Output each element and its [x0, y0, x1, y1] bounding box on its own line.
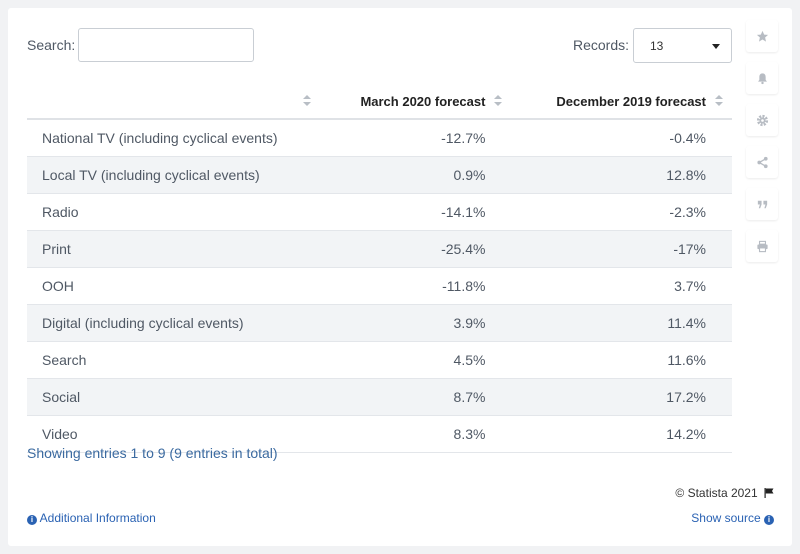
copyright[interactable]: © Statista 2021 — [675, 486, 774, 500]
notification-button[interactable] — [746, 62, 778, 94]
records-label: Records: — [573, 37, 630, 53]
print-icon — [756, 240, 768, 252]
search-label: Search: — [27, 37, 76, 53]
cell-march-2020: -25.4% — [319, 230, 512, 268]
cell-december-2019: 11.4% — [511, 304, 732, 342]
cell-march-2020: 8.7% — [319, 378, 512, 416]
cell-december-2019: -2.3% — [511, 193, 732, 231]
statistic-card: Search: Records: 13 March 2020 forecast … — [8, 8, 792, 546]
flag-icon — [764, 488, 774, 498]
table-row: Radio -14.1% -2.3% — [27, 193, 732, 231]
entries-summary: Showing entries 1 to 9 (9 entries in tot… — [27, 445, 278, 461]
table-row: Print -25.4% -17% — [27, 230, 732, 268]
cell-march-2020: 8.3% — [319, 415, 512, 453]
gear-icon — [756, 114, 768, 126]
row-label: Digital (including cyclical events) — [27, 304, 320, 342]
info-icon: i — [27, 515, 37, 525]
additional-information-label: Additional Information — [39, 511, 156, 525]
column-header-march-2020[interactable]: March 2020 forecast — [319, 84, 512, 120]
column-header-label: December 2019 forecast — [556, 93, 706, 109]
info-icon: i — [764, 515, 774, 525]
table-header-row: March 2020 forecast December 2019 foreca… — [27, 84, 732, 120]
favorite-button[interactable] — [746, 20, 778, 52]
settings-button[interactable] — [746, 104, 778, 136]
sort-icon — [715, 95, 723, 107]
cell-december-2019: 3.7% — [511, 267, 732, 305]
chevron-down-icon — [712, 44, 720, 49]
copyright-text: © Statista 2021 — [675, 486, 758, 500]
sort-icon — [302, 95, 311, 107]
cell-december-2019: -0.4% — [511, 119, 732, 157]
search-input[interactable] — [78, 28, 254, 62]
table-row: Local TV (including cyclical events) 0.9… — [27, 156, 732, 194]
cell-december-2019: 12.8% — [511, 156, 732, 194]
records-select[interactable]: 13 — [633, 28, 732, 63]
data-table: March 2020 forecast December 2019 foreca… — [27, 84, 732, 453]
quote-icon — [757, 200, 767, 208]
cell-march-2020: -11.8% — [319, 267, 512, 305]
show-source-link[interactable]: Show source i — [691, 511, 774, 525]
cell-march-2020: -12.7% — [319, 119, 512, 157]
column-header-label: March 2020 forecast — [360, 93, 486, 109]
row-label: Search — [27, 341, 320, 379]
row-label: Print — [27, 230, 320, 268]
table-row: Digital (including cyclical events) 3.9%… — [27, 304, 732, 342]
cell-december-2019: 17.2% — [511, 378, 732, 416]
row-label: Local TV (including cyclical events) — [27, 156, 320, 194]
cite-button[interactable] — [746, 188, 778, 220]
table-row: National TV (including cyclical events) … — [27, 119, 732, 157]
cell-december-2019: -17% — [511, 230, 732, 268]
additional-information-link[interactable]: i Additional Information — [27, 511, 156, 525]
row-label: National TV (including cyclical events) — [27, 119, 320, 157]
bell-icon — [757, 72, 767, 84]
cell-march-2020: 0.9% — [319, 156, 512, 194]
star-icon — [756, 30, 768, 42]
sidebar-toolbar — [746, 20, 778, 272]
cell-march-2020: 4.5% — [319, 341, 512, 379]
column-header-december-2019[interactable]: December 2019 forecast — [511, 84, 732, 120]
table-row: Search 4.5% 11.6% — [27, 341, 732, 379]
share-button[interactable] — [746, 146, 778, 178]
cell-december-2019: 11.6% — [511, 341, 732, 379]
table-row: Social 8.7% 17.2% — [27, 378, 732, 416]
cell-march-2020: 3.9% — [319, 304, 512, 342]
row-label: OOH — [27, 267, 320, 305]
cell-december-2019: 14.2% — [511, 415, 732, 453]
row-label: Social — [27, 378, 320, 416]
share-icon — [756, 156, 768, 168]
records-value: 13 — [650, 39, 664, 53]
show-source-label: Show source — [691, 511, 761, 525]
cell-march-2020: -14.1% — [319, 193, 512, 231]
column-header-category[interactable] — [27, 84, 320, 120]
sort-icon — [494, 95, 503, 107]
print-button[interactable] — [746, 230, 778, 262]
table-row: OOH -11.8% 3.7% — [27, 267, 732, 305]
row-label: Radio — [27, 193, 320, 231]
